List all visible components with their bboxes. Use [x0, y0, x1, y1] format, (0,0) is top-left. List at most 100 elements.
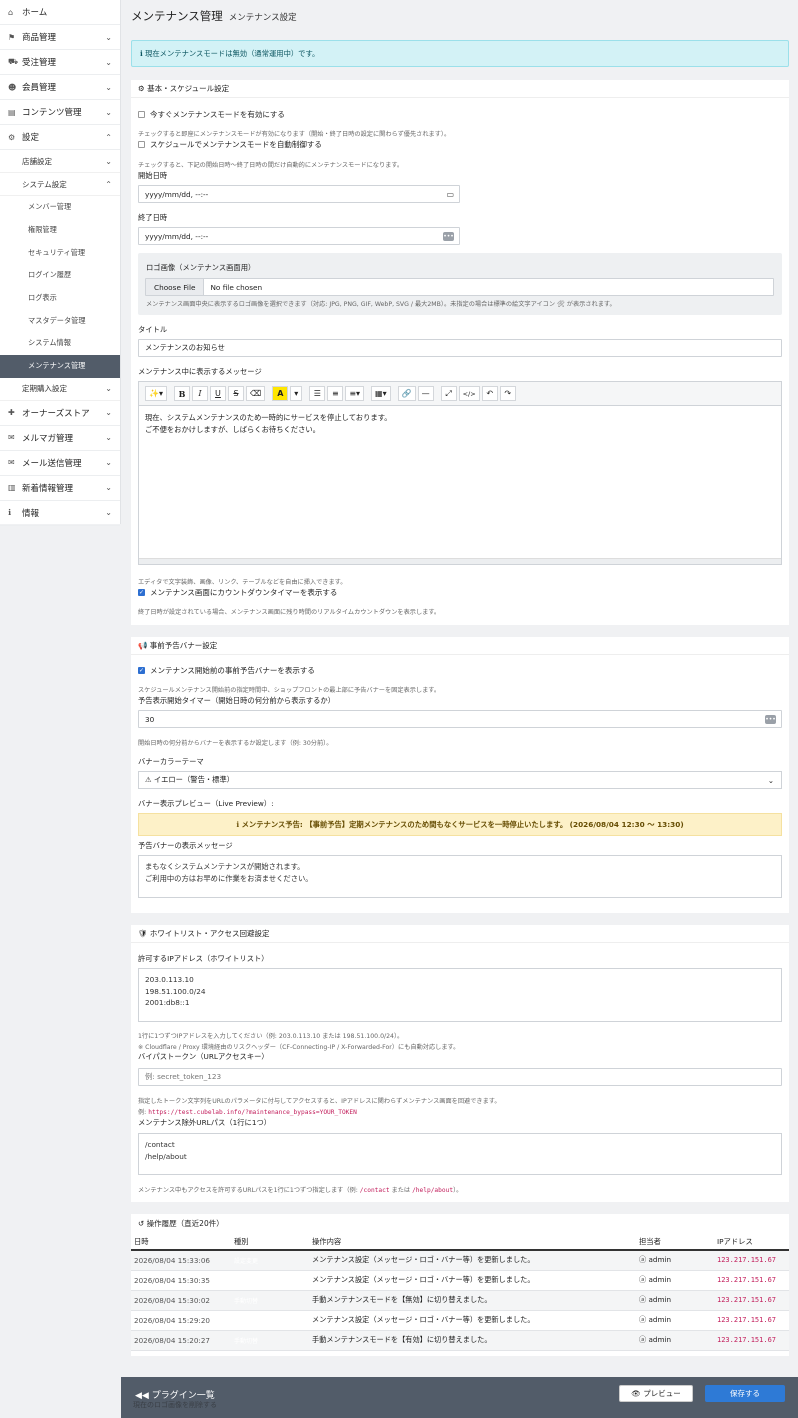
sidebar-item-members[interactable]: ☻ 会員管理 ⌄ [0, 75, 120, 100]
token-input[interactable]: 例: secret_token_123 [138, 1068, 782, 1086]
sidebar-item-label: ホーム [22, 8, 48, 18]
sidebar-item-products[interactable]: ⚑ 商品管理 ⌄ [0, 25, 120, 50]
calendar-icon[interactable]: ▭ [446, 190, 454, 199]
message-editor[interactable]: 現在、システムメンテナンスのため一時的にサービスを停止しております。 ご不便をお… [138, 405, 782, 565]
align-button[interactable]: ≡▾ [345, 386, 365, 401]
cell-ip: 123.217.151.67 [714, 1310, 789, 1331]
page-subtitle: メンテナンス設定 [228, 13, 297, 23]
redo-button[interactable]: ↷ [499, 386, 516, 401]
checkbox-box[interactable] [138, 141, 145, 148]
cell-time: 2026/08/04 15:30:35 [131, 1270, 231, 1291]
sidebar-item-master-data[interactable]: マスタデータ管理 [0, 309, 120, 332]
timer-input[interactable]: 30 ••• [138, 710, 782, 728]
italic-button[interactable]: I [191, 386, 208, 401]
show-banner-checkbox[interactable]: ✓ メンテナンス開始前の事前予告バナーを表示する [138, 665, 315, 676]
chevron-down-icon: ⌄ [767, 775, 774, 785]
magic-style-button[interactable]: ✨▾ [145, 386, 167, 401]
logo-label: ロゴ画像（メンテナンス画面用） [146, 263, 256, 272]
eraser-button[interactable]: ⌫ [245, 386, 266, 401]
checkbox-box[interactable]: ✓ [138, 667, 145, 674]
cell-desc: メンテナンス設定（メッセージ・ロゴ・バナー等）を更新しました。 [309, 1270, 636, 1291]
sidebar-item-store-settings[interactable]: 店舗設定 ⌄ [0, 150, 120, 173]
undo-button[interactable]: ↶ [481, 386, 498, 401]
sidebar-item-home[interactable]: ⌂ ホーム [0, 0, 120, 25]
spinner-icon[interactable]: ••• [443, 231, 454, 241]
bullet-list-button[interactable]: ☰ [309, 386, 326, 401]
column-header: 日時 [131, 1234, 231, 1251]
start-datetime-input[interactable]: yyyy/mm/dd, --:-- ▭ [138, 185, 460, 203]
font-color-button[interactable]: A [272, 386, 289, 401]
save-button[interactable]: 保存する [705, 1385, 785, 1402]
link-icon[interactable]: 🔗 [397, 386, 416, 401]
whitelist-card: 🛡 ホワイトリスト・アクセス回避設定 許可するIPアドレス（ホワイトリスト） 2… [131, 925, 789, 1202]
help-text: エディタで文字装飾、画像、リンク、テーブルなどを自由に挿入できます。 [138, 579, 347, 586]
sidebar-item-system-info[interactable]: システム情報 [0, 332, 120, 355]
choose-file-button[interactable]: Choose File [146, 279, 205, 295]
sidebar-item-system-settings[interactable]: システム設定 ⌃ [0, 173, 120, 196]
strikethrough-button[interactable]: S [227, 386, 244, 401]
sidebar-item-permissions[interactable]: 権限管理 [0, 219, 120, 242]
sidebar-item-label: 商品管理 [22, 33, 57, 43]
preview-button[interactable]: 👁 プレビュー [619, 1385, 693, 1402]
sidebar-item-info[interactable]: ℹ 情報 ⌄ [0, 501, 120, 526]
horizontal-rule-button[interactable]: — [417, 386, 434, 401]
underline-button[interactable]: U [209, 386, 226, 401]
table-row: 2026/08/04 15:29:20 設定変更 メンテナンス設定（メッセージ・ロゴ… [131, 1310, 789, 1331]
table-row: 2026/08/04 15:20:27 手動切替 手動メンテナンスモードを【有効】に… [131, 1330, 789, 1351]
sidebar: ⌂ ホーム ⚑ 商品管理 ⌄ ⛟ 受注管理 ⌄ ☻ 会員管理 ⌄ ▤ コンテンツ管理 ⌄ ⚙ 設定 ⌃… [0, 0, 121, 526]
exclude-paths-textarea[interactable]: /contact /help/about [138, 1133, 782, 1175]
bold-button[interactable]: B [173, 386, 190, 401]
column-header: 種別 [231, 1234, 309, 1251]
no-file-text: No file chosen [210, 282, 263, 292]
chevron-down-icon[interactable]: ▾ [290, 386, 303, 401]
help-text: 1行に1つずつIPアドレスを入力してください（例: 203.0.113.10 ま… [138, 1033, 404, 1040]
enable-now-checkbox[interactable]: 今すぐメンテナンスモードを有効にする [138, 109, 285, 120]
sidebar-item-owners-store[interactable]: ✚ オーナーズストア ⌄ [0, 401, 120, 426]
delete-logo-link[interactable]: 現在のロゴ画像を削除する [133, 1400, 217, 1410]
cell-desc: メンテナンス設定（メッセージ・ロゴ・バナー等）を更新しました。 [309, 1250, 636, 1271]
checkbox-box[interactable]: ✓ [138, 589, 145, 596]
chevron-down-icon: ⌄ [105, 32, 112, 42]
help-text: ※ Cloudflare / Proxy 環境経由のリスクヘッダー（CF-Con… [138, 1044, 460, 1051]
sidebar-item-recurring[interactable]: 定期購入設定 ⌄ [0, 378, 120, 401]
ip-whitelist-textarea[interactable]: 203.0.113.10 198.51.100.0/24 2001:db8::1 [138, 968, 782, 1022]
countdown-checkbox[interactable]: ✓ メンテナンス画面にカウントダウンタイマーを表示する [138, 587, 337, 598]
sidebar-item-member-admin[interactable]: メンバー管理 [0, 196, 120, 219]
table-button[interactable]: ▦▾ [371, 386, 391, 401]
sidebar-item-login-history[interactable]: ログイン履歴 [0, 264, 120, 287]
fullscreen-button[interactable]: ⤢ [440, 386, 457, 401]
history-table: 日時 種別 操作内容 担当者 IPアドレス 2026/08/04 15:33:0… [131, 1234, 789, 1351]
file-input[interactable]: Choose File No file chosen [145, 278, 774, 296]
home-icon: ⌂ [8, 7, 14, 17]
page-header: メンテナンス管理 メンテナンス設定 [121, 0, 798, 30]
cell-type: 手動切替 [231, 1330, 309, 1351]
sidebar-item-mailmag[interactable]: ✉ メルマガ管理 ⌄ [0, 426, 120, 451]
sidebar-item-maintenance[interactable]: メンテナンス管理 [0, 354, 120, 378]
cell-desc: 手動メンテナンスモードを【有効】に切り替えました。 [309, 1330, 636, 1351]
theme-select[interactable]: ⚠ イエロー（警告・標準） ⌄ [138, 771, 782, 789]
sidebar-item-security[interactable]: セキュリティ管理 [0, 241, 120, 264]
sidebar-item-contents[interactable]: ▤ コンテンツ管理 ⌄ [0, 100, 120, 125]
title-input[interactable]: メンテナンスのお知らせ [138, 339, 782, 357]
sidebar-item-news[interactable]: ▥ 新着情報管理 ⌄ [0, 476, 120, 501]
sidebar-item-mail-send[interactable]: ✉ メール送信管理 ⌄ [0, 451, 120, 476]
banner-settings-card: 📢 事前予告バナー設定 ✓ メンテナンス開始前の事前予告バナーを表示する スケジュ… [131, 637, 789, 913]
banner-msg-textarea[interactable]: まもなくシステムメンテナンスが開始されます。 ご利用中の方はお早めに作業をお済ま… [138, 855, 782, 898]
code-view-button[interactable]: </> [458, 386, 480, 401]
cell-type: 設定変更 [231, 1270, 309, 1291]
schedule-checkbox[interactable]: スケジュールでメンテナンスモードを自動制御する [138, 139, 322, 150]
bottom-action-bar: ◀◀ プラグイン一覧 現在のロゴ画像を削除する 👁 プレビュー 保存する [121, 1377, 798, 1418]
sidebar-item-logs[interactable]: ログ表示 [0, 287, 120, 310]
checkbox-box[interactable] [138, 111, 145, 118]
card-title: 📢 事前予告バナー設定 [131, 637, 789, 655]
sidebar-item-orders[interactable]: ⛟ 受注管理 ⌄ [0, 50, 120, 75]
sidebar-item-settings[interactable]: ⚙ 設定 ⌃ [0, 125, 120, 150]
end-datetime-input[interactable]: yyyy/mm/dd, --:-- ••• [138, 227, 460, 245]
resize-handle[interactable] [139, 558, 781, 564]
help-part: メンテナンス中もアクセスを許可するURLパスを1行に1つずつ指定します（例: [138, 1187, 360, 1194]
example-path: /contact [359, 1187, 390, 1194]
gear-icon: ⚙ [8, 132, 16, 142]
ordered-list-button[interactable]: ≡ [327, 386, 344, 401]
spinner-icon[interactable]: ••• [765, 714, 776, 724]
info-icon: ℹ [8, 508, 12, 517]
